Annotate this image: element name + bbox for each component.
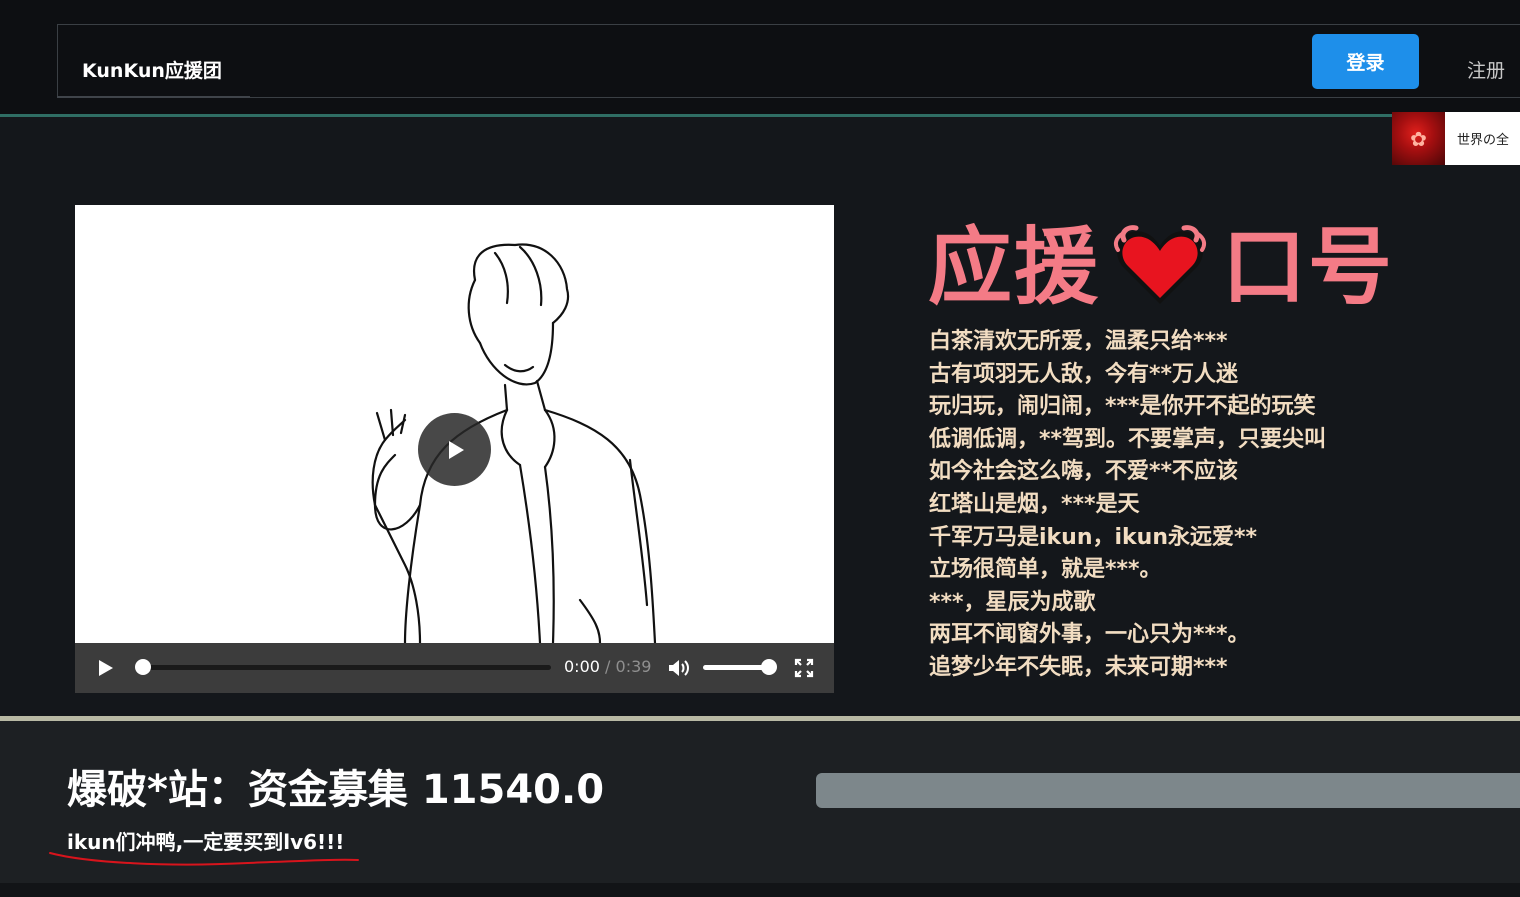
video-time: 0:00 / 0:39 bbox=[564, 657, 651, 676]
slogan-list: 白茶清欢无所爱，温柔只给*** 古有项羽无人敌，今有**万人迷 玩归玩，闹归闹，… bbox=[929, 326, 1326, 685]
video-controls: 0:00 / 0:39 bbox=[75, 643, 834, 693]
hand-drawn-underline bbox=[49, 852, 359, 866]
bottom-strip bbox=[0, 883, 1520, 897]
time-separator: / bbox=[605, 657, 611, 676]
volume-slider[interactable] bbox=[703, 665, 769, 670]
slogan-line: 红塔山是烟，***是天 bbox=[929, 491, 1140, 517]
play-icon[interactable] bbox=[95, 658, 115, 678]
slogan-line: 玩归玩，闹归闹，***是你开不起的玩笑 bbox=[929, 394, 1316, 420]
video-duration: 0:39 bbox=[615, 657, 652, 676]
register-link[interactable]: 注册 bbox=[1467, 56, 1505, 83]
album-cover-icon[interactable]: ✿ bbox=[1392, 112, 1445, 165]
slogan-line: 两耳不闻窗外事，一心只为***。 bbox=[929, 622, 1250, 648]
volume-icon[interactable] bbox=[667, 657, 691, 679]
slogan-heading: 应援 口号 bbox=[928, 222, 1394, 312]
site-header: KunKun应援团 登录 注册 bbox=[0, 24, 1520, 116]
header-accent-line bbox=[0, 114, 1520, 117]
slogan-line: 白茶清欢无所爱，温柔只给*** bbox=[929, 329, 1228, 354]
play-overlay-button[interactable] bbox=[418, 413, 491, 486]
page: KunKun应援团 登录 注册 ✿ 世界の全 0:00 / 0:39 应援 口号… bbox=[0, 0, 1520, 897]
fundraising-title: 爆破*站：资金募集 11540.0 bbox=[67, 767, 605, 813]
fundraising-progress-bar bbox=[816, 773, 1520, 808]
slogan-line: 如今社会这么嗨，不爱**不应该 bbox=[929, 459, 1239, 485]
current-time: 0:00 bbox=[564, 657, 600, 676]
fullscreen-icon[interactable] bbox=[794, 658, 814, 678]
brand-underline bbox=[57, 96, 250, 98]
slogan-line: 古有项羽无人敌，今有**万人迷 bbox=[929, 361, 1239, 387]
slogan-line: 低调低调，**驾到。不要掌声，只要尖叫 bbox=[929, 426, 1327, 452]
site-logo-text[interactable]: KunKun应援团 bbox=[82, 56, 222, 83]
login-button[interactable]: 登录 bbox=[1312, 34, 1419, 89]
volume-handle[interactable] bbox=[761, 659, 777, 675]
video-progress-bar[interactable] bbox=[135, 659, 551, 675]
slogan-line: 追梦少年不失眠，未来可期*** bbox=[929, 654, 1228, 680]
fundraising-section: 爆破*站：资金募集 11540.0 ikun们冲鸭,一定要买到lv6!!! bbox=[0, 721, 1520, 883]
play-icon bbox=[448, 440, 464, 459]
top-strip bbox=[0, 0, 1520, 24]
slogan-heading-left: 应援 bbox=[928, 218, 1101, 316]
slogan-line: 立场很简单，就是***。 bbox=[929, 557, 1162, 583]
slogan-heading-right: 口号 bbox=[1222, 218, 1395, 316]
slogan-line: 千军万马是ikun，ikun永远爱** bbox=[929, 524, 1258, 550]
slogan-line: ***，星辰为成歌 bbox=[929, 589, 1096, 615]
brand-box bbox=[57, 24, 1520, 98]
music-title: 世界の全 bbox=[1457, 133, 1510, 148]
progress-handle[interactable] bbox=[135, 659, 151, 675]
video-player[interactable]: 0:00 / 0:39 bbox=[75, 205, 834, 693]
heart-icon bbox=[1113, 225, 1207, 304]
music-player-widget[interactable]: ✿ 世界の全 bbox=[1392, 112, 1520, 165]
